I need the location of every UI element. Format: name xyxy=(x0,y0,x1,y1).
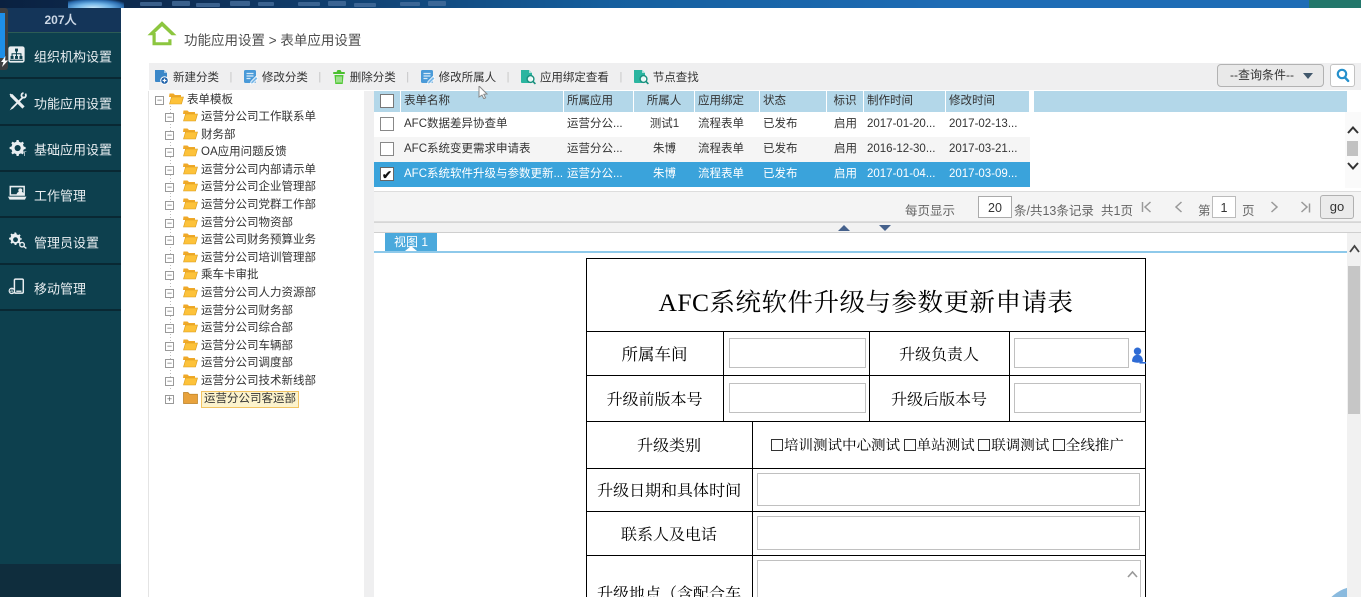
svg-text:4: 4 xyxy=(10,289,13,295)
svg-text:T: T xyxy=(22,150,26,156)
